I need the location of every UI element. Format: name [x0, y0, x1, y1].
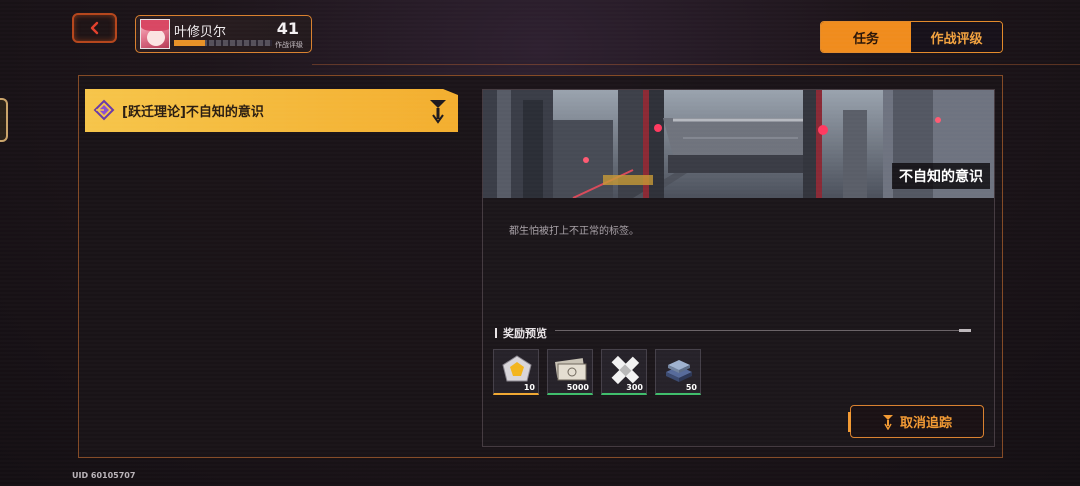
- tab-combat-rating[interactable]: 作战评级: [911, 22, 1002, 52]
- level-progress-fill: [174, 40, 206, 46]
- tab-tasks[interactable]: 任务: [821, 22, 911, 52]
- side-drawer-handle[interactable]: [0, 98, 8, 142]
- track-marker-icon: [882, 414, 893, 430]
- tab-bar: 任务 作战评级: [820, 21, 1003, 53]
- level-progress-bar: [174, 40, 272, 46]
- player-profile-card[interactable]: 叶修贝尔 41 作战评级: [135, 15, 312, 53]
- player-name: 叶修贝尔: [174, 25, 227, 40]
- reward-item[interactable]: 300: [601, 349, 647, 395]
- avatar: [140, 19, 170, 49]
- reward-count: 10: [523, 383, 535, 392]
- header-divider: [312, 64, 1080, 65]
- player-level: 41: [276, 19, 299, 38]
- reward-count: 50: [685, 383, 697, 392]
- reward-item[interactable]: 5000: [547, 349, 593, 395]
- reward-count: 5000: [566, 383, 589, 392]
- banner-title: 不自知的意识: [892, 163, 990, 189]
- reward-count: 300: [626, 383, 643, 392]
- quest-description: 都生怕被打上不正常的标签。: [509, 226, 639, 237]
- reward-item[interactable]: 50: [655, 349, 701, 395]
- gem-crystal-icon: [502, 355, 532, 382]
- rewards-heading: 奖励预览: [495, 325, 547, 341]
- quest-list-item[interactable]: [跃迁理论]不自知的意识: [85, 89, 458, 132]
- level-caption: 作战评级: [275, 41, 303, 49]
- chevron-left-icon: [90, 21, 98, 35]
- cancel-tracking-button[interactable]: 取消追踪: [848, 405, 984, 438]
- track-marker-icon[interactable]: [428, 97, 448, 125]
- banknote-icon: [555, 358, 587, 381]
- crossed-bandage-icon: [611, 355, 640, 385]
- user-id: UID 60105707: [72, 471, 136, 480]
- chip-stack-icon: [666, 360, 692, 382]
- rewards-divider: [555, 329, 971, 332]
- quest-title: [跃迁理论]不自知的意识: [122, 105, 264, 120]
- reward-item[interactable]: 10: [493, 349, 539, 395]
- main-panel: [跃迁理论]不自知的意识 不自知的意识 都生怕被打上不正常的标签。 奖励预览 1…: [78, 75, 1003, 458]
- diamond-quest-icon: [93, 99, 115, 121]
- quest-detail-panel: 不自知的意识 都生怕被打上不正常的标签。 奖励预览 10 5000 300 50…: [482, 89, 995, 447]
- cancel-tracking-label: 取消追踪: [899, 416, 952, 431]
- back-button[interactable]: [72, 13, 117, 43]
- quest-banner-image: 不自知的意识: [483, 90, 994, 198]
